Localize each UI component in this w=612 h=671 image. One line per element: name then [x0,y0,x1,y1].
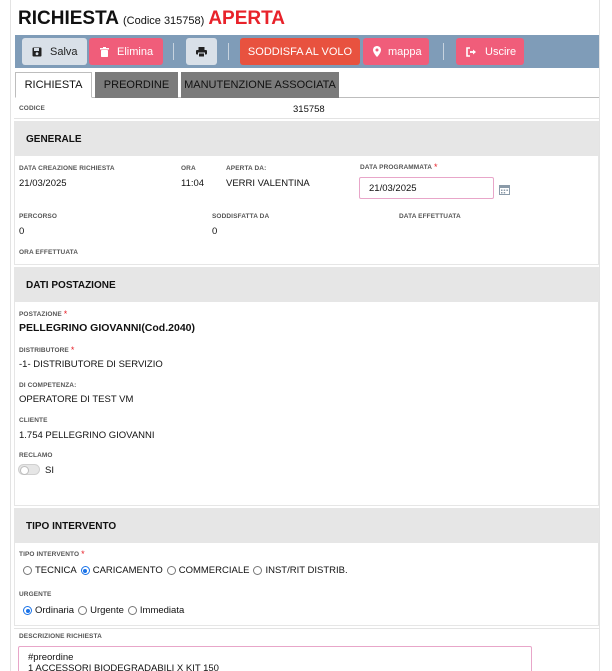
description-label: DESCRIZIONE RICHIESTA [19,633,102,640]
sign-out-icon [466,46,477,57]
delete-label: Elimina [117,45,154,58]
status-badge: APERTA [208,8,286,29]
section-title-postazione: DATI POSTAZIONE [15,268,598,302]
code-value: 315758 [293,104,325,115]
complaint-toggle-label: SI [45,465,54,476]
radio-label: Urgente [90,605,124,616]
required-marker: * [63,309,68,319]
opened-by-label: APERTA DA: [226,165,267,172]
code-label: CODICE [19,105,45,112]
save-label: Salva [50,45,78,58]
urgency-label: URGENTE [19,591,52,598]
radio-button-checked[interactable] [23,606,32,615]
competence-value: OPERATORE DI TEST VM [19,394,134,405]
radio-label: INST/RIT DISTRIB. [265,565,348,576]
distributor-value: -1- DISTRIBUTORE DI SERVIZIO [19,359,163,370]
title-code: (Codice 315758) [122,15,205,27]
floppy-icon [32,47,42,57]
radio-urgente[interactable]: Urgente [78,605,124,616]
route-value: 0 [19,226,25,237]
creation-date-label: DATA CREAZIONE RICHIESTA [19,165,115,172]
map-label: mappa [388,45,422,58]
radio-label: TECNICA [35,565,77,576]
description-line: 1 ACCESSORI BIODEGRADABILI X KIT 150 [28,663,219,671]
complaint-label: RECLAMO [19,452,53,459]
satisfied-by-value: 0 [212,226,218,237]
exit-label: Uscire [485,45,517,58]
radio-button[interactable] [23,566,32,575]
scheduled-date-label-wrap: DATA PROGRAMMATA * [360,162,438,172]
toolbar-divider [228,43,229,60]
radio-inst-rit-distrib[interactable]: INST/RIT DISTRIB. [253,565,348,576]
station-value: PELLEGRINO GIOVANNI(Cod.2040) [19,322,195,334]
toolbar-divider [173,43,174,60]
radio-button[interactable] [78,606,88,615]
radio-label: CARICAMENTO [92,565,163,576]
station-label: POSTAZIONE [19,310,62,318]
creation-date-value: 21/03/2025 [19,178,67,189]
radio-button[interactable] [166,566,176,575]
radio-label: COMMERCIALE [178,565,250,576]
radio-ordinaria[interactable]: Ordinaria [23,605,74,616]
scheduled-date-label: DATA PROGRAMMATA [360,163,433,171]
description-textarea[interactable]: #preordine 1 ACCESSORI BIODEGRADABILI X … [18,646,532,671]
radio-caricamento[interactable]: CARICAMENTO [80,565,163,576]
section-generale: GENERALE [14,121,599,265]
intervention-type-label-wrap: TIPO INTERVENTO * [19,549,85,559]
radio-button[interactable] [127,606,137,615]
radio-immediata[interactable]: Immediata [127,605,185,616]
competence-label: DI COMPETENZA: [19,382,77,389]
title-text: RICHIESTA [18,8,119,29]
time-value: 11:04 [181,178,205,189]
route-label: PERCORSO [19,213,58,220]
code-row: CODICE 315758 [14,99,599,119]
done-date-label: DATA EFFETTUATA [399,213,461,220]
done-time-label: ORA EFFETTUATA [19,249,79,256]
distributor-label: DISTRIBUTORE [19,346,69,354]
radio-tecnica[interactable]: TECNICA [23,565,77,576]
opened-by-value: VERRI VALENTINA [226,178,310,189]
map-marker-icon [373,46,381,57]
map-button[interactable]: mappa [363,38,429,65]
radio-label: Ordinaria [35,605,75,616]
radio-label: Immediata [139,605,185,616]
toolbar-divider [443,43,444,60]
intervention-type-radio-group: TECNICA CARICAMENTO COMMERCIALE INST/RIT… [23,565,352,576]
tab-manutenzione-associata[interactable]: MANUTENZIONE ASSOCIATA [181,72,339,98]
section-title-intervento: TIPO INTERVENTO [15,509,598,543]
print-button[interactable] [186,38,217,65]
description-line: #preordine [28,652,74,663]
section-dati-postazione: DATI POSTAZIONE [14,267,599,506]
required-marker: * [434,162,438,172]
time-label: ORA [181,165,196,172]
trash-icon [100,46,109,57]
calendar-icon[interactable] [499,182,510,200]
satisfy-label: SODDISFA AL VOLO [247,45,353,58]
toolbar: Salva Elimina SODDISFA AL VOLO mappa Usc… [15,35,599,68]
customer-label: CLIENTE [19,417,48,424]
required-marker: * [81,549,85,559]
scheduled-date-input[interactable]: 21/03/2025 [359,177,494,199]
save-button[interactable]: Salva [22,38,87,65]
required-marker: * [70,345,75,355]
radio-button[interactable] [253,566,263,575]
tab-bar: RICHIESTA PREORDINE MANUTENZIONE ASSOCIA… [15,72,599,98]
urgency-radio-group: Ordinaria Urgente Immediata [23,605,188,616]
satisfied-by-label: SODDISFATTA DA [212,213,270,220]
intervention-type-label: TIPO INTERVENTO [19,550,80,558]
complaint-toggle[interactable] [18,464,40,475]
station-label-wrap: POSTAZIONE * [19,309,67,319]
printer-icon [196,46,207,57]
customer-value: 1.754 PELLEGRINO GIOVANNI [19,430,155,441]
tab-preordine[interactable]: PREORDINE [95,72,178,98]
distributor-label-wrap: DISTRIBUTORE * [19,345,74,355]
section-title-generale: GENERALE [15,122,598,156]
satisfy-now-button[interactable]: SODDISFA AL VOLO [240,38,360,65]
radio-commerciale[interactable]: COMMERCIALE [166,565,250,576]
delete-button[interactable]: Elimina [89,38,163,65]
page-title: RICHIESTA (Codice 315758) APERTA [18,8,285,32]
radio-button-checked[interactable] [80,566,90,575]
tab-richiesta[interactable]: RICHIESTA [15,72,92,98]
exit-button[interactable]: Uscire [456,38,524,65]
